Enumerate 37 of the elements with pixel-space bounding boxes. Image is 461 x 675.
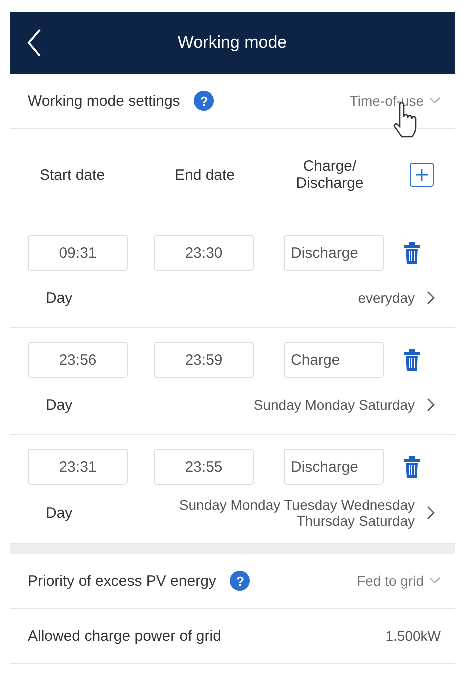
column-header: End date [174,166,236,184]
end-time-field[interactable]: 23:30 [154,235,254,271]
trash-icon[interactable] [404,242,420,264]
trash-icon[interactable] [404,349,420,371]
trash-icon[interactable] [404,456,420,478]
start-time-field[interactable]: 23:31 [28,449,128,485]
day-label: Day [46,290,74,306]
start-time-field[interactable]: 09:31 [28,235,128,271]
days-value[interactable]: everyday [358,290,415,306]
add-button[interactable] [410,163,434,187]
setting-label: Working mode settings [28,92,180,110]
end-time-field[interactable]: 23:59 [154,342,254,378]
chevron-right-icon[interactable] [427,398,435,412]
start-time-field[interactable]: 23:56 [28,342,128,378]
day-label: Day [46,396,74,414]
setting-label: Priority of excess PV energy [28,572,216,590]
help-icon[interactable]: ? [230,571,250,591]
charge-power-value[interactable]: 1.500kW [386,628,441,644]
mode-dropdown[interactable]: Time-of-use [350,93,441,109]
back-icon[interactable] [26,28,42,58]
days-value[interactable]: Sunday Monday Saturday [254,397,415,413]
mode-field[interactable]: Discharge [284,449,384,485]
chevron-down-icon [429,577,441,585]
setting-label: Allowed charge power of grid [28,628,222,644]
chevron-right-icon[interactable] [427,506,435,520]
mode-field[interactable]: Charge [284,342,384,378]
screen-title: Working mode [178,33,288,53]
column-header: Charge/ Discharge [295,158,365,192]
end-time-field[interactable]: 23:55 [154,449,254,485]
chevron-right-icon[interactable] [427,291,435,305]
priority-dropdown[interactable]: Fed to grid [357,573,441,589]
days-value[interactable]: Sunday Monday Tuesday Wednesday Thursday Saturday [125,497,415,529]
chevron-down-icon [429,97,441,105]
day-label: Day [46,504,74,522]
mode-field[interactable]: Discharge [284,235,384,271]
help-icon[interactable]: ? [194,91,214,111]
column-header: Start date [39,166,106,184]
